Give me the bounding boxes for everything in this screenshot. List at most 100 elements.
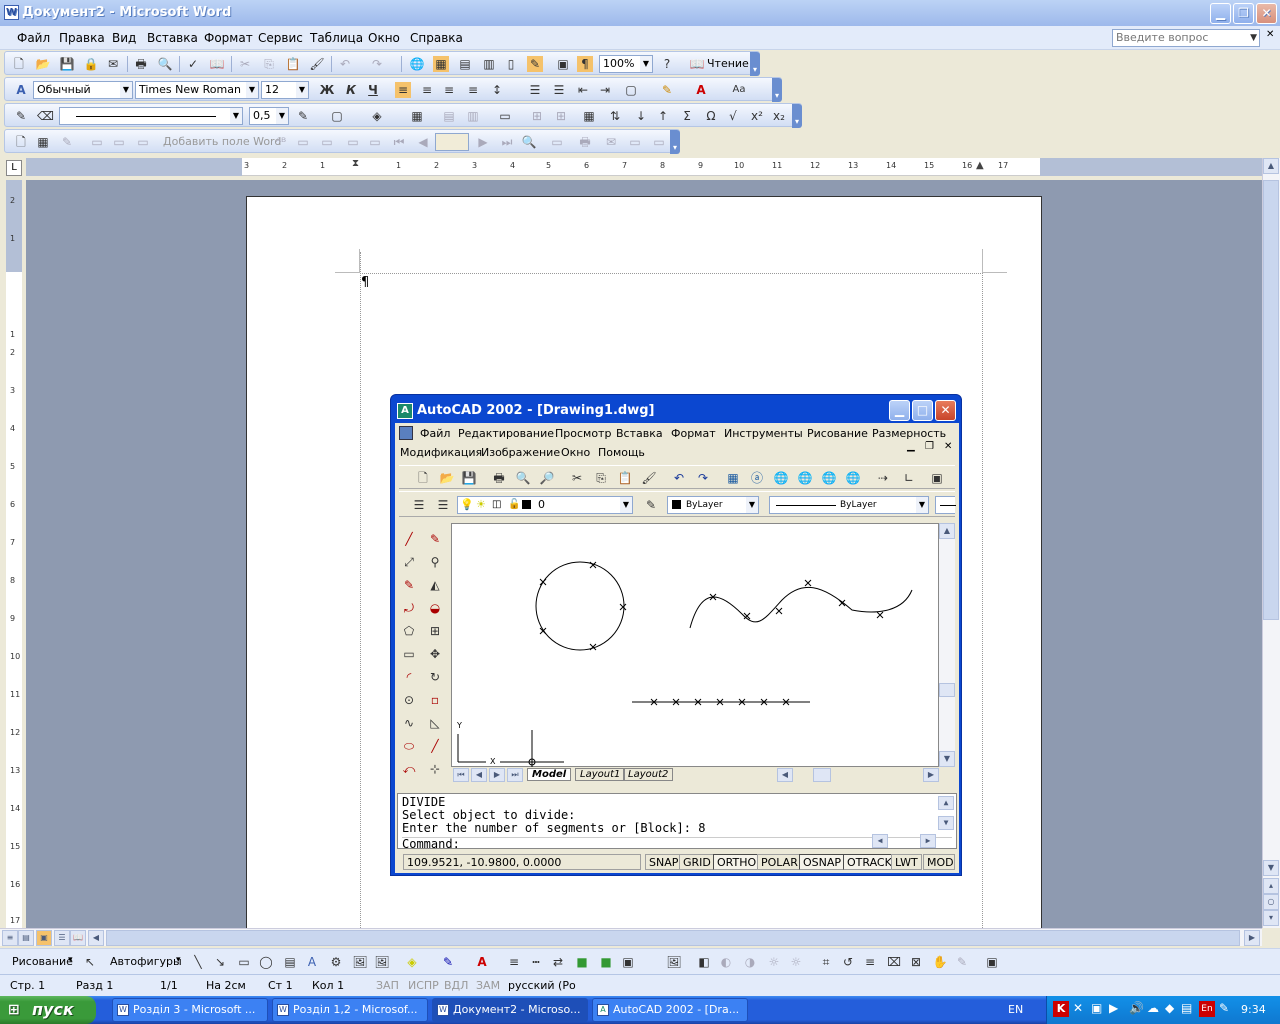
array-tool-icon[interactable]: ⊞ [427, 623, 443, 639]
help-icon[interactable]: ? [659, 56, 675, 72]
language-indicator-icon[interactable]: En [1199, 1001, 1215, 1017]
less-contrast-icon[interactable]: ☼ [766, 954, 782, 970]
doc-close-icon[interactable]: ✕ [944, 441, 952, 452]
distribute-rows-icon[interactable]: ⊞ [529, 108, 545, 124]
rotate-tool-icon[interactable]: ↻ [427, 669, 443, 685]
permission-icon[interactable]: 🔒 [83, 56, 99, 72]
email-icon[interactable]: ✉ [105, 56, 121, 72]
lwt-toggle[interactable]: LWT [891, 854, 922, 870]
autoformat-icon[interactable]: ▦ [581, 108, 597, 124]
paste-icon[interactable]: 📋 [285, 56, 301, 72]
tab-layout1[interactable]: Layout1 [575, 768, 626, 781]
task-button-document2[interactable]: W Документ2 - Microso... [432, 998, 588, 1022]
acad-web-icon[interactable]: 🌐 [797, 470, 813, 486]
device-icon[interactable]: ▤ [1181, 1001, 1192, 1015]
toolbar-options-icon[interactable]: ▾ [792, 104, 802, 128]
vertical-scrollbar[interactable]: ▲ ▼ ▴ ○ ▾ [1262, 158, 1280, 928]
select-browse-icon[interactable]: ○ [1263, 894, 1279, 910]
text-direction-icon[interactable]: ⇅ [607, 108, 623, 124]
circle-tool-icon[interactable]: ⊙ [401, 692, 417, 708]
rotate-icon[interactable]: ↺ [840, 954, 856, 970]
task-button-razdel12[interactable]: W Розділ 1,2 - Microsof... [272, 998, 428, 1022]
reading-view-icon[interactable]: 📖 [70, 930, 86, 946]
doc-minimize-icon[interactable]: ▁ [907, 441, 915, 452]
merge-cells-icon[interactable]: ▤ [441, 108, 457, 124]
match-fields-icon[interactable]: ▭ [319, 134, 335, 150]
line-spacing-icon[interactable]: ↕ [489, 82, 505, 98]
status-ext[interactable]: ВДЛ [444, 979, 468, 992]
copy-tool-icon[interactable]: ⚲ [427, 554, 443, 570]
scroll-thumb[interactable] [106, 930, 1240, 946]
scroll-up-icon[interactable]: ▲ [938, 796, 954, 810]
highlight-icon[interactable]: ✎ [659, 82, 675, 98]
acad-meet-icon[interactable]: 🌐 [821, 470, 837, 486]
chevron-down-icon[interactable]: ▼ [916, 497, 928, 513]
acad-menu-help[interactable]: Помощь [598, 446, 645, 459]
horizontal-scrollbar[interactable]: ≡ ▤ ▣ ☰ 📖 ◀ ▶ [0, 928, 1262, 946]
task-button-razdel3[interactable]: W Розділ 3 - Microsoft ... [112, 998, 268, 1022]
scroll-right-icon[interactable]: ▶ [920, 834, 936, 848]
3d-icon[interactable]: ■ [598, 954, 614, 970]
insert-table-icon[interactable]: ▦ [409, 108, 425, 124]
font-color-icon[interactable]: A [474, 954, 490, 970]
merge-email-icon[interactable]: ✉ [603, 134, 619, 150]
chevron-down-icon[interactable]: ▼ [296, 82, 308, 98]
compress-icon[interactable]: ⌧ [886, 954, 902, 970]
make-current-icon[interactable]: ✎ [643, 497, 659, 513]
equation-icon[interactable]: √ [725, 108, 741, 124]
acad-menu-insert[interactable]: Вставка [616, 427, 663, 440]
outside-border-icon[interactable]: ▢ [329, 108, 345, 124]
minimize-icon[interactable]: ▁ [889, 400, 910, 421]
merge-fields-icon[interactable]: ▭ [135, 134, 151, 150]
tab-selector[interactable]: L [6, 160, 22, 176]
print-view-icon[interactable]: ▣ [36, 930, 52, 946]
acad-menu-tools[interactable]: Инструменты [724, 427, 803, 440]
next-record-icon[interactable]: ▶ [475, 134, 491, 150]
acad-hyperlink-icon[interactable]: 🌐 [773, 470, 789, 486]
oval-icon[interactable]: ◯ [258, 954, 274, 970]
increase-indent-icon[interactable]: ⇥ [597, 82, 613, 98]
align-icon[interactable]: ▭ [497, 108, 513, 124]
scroll-left-icon[interactable]: ◀ [872, 834, 888, 848]
acad-menu-window[interactable]: Окно [561, 446, 590, 459]
insert-excel-icon[interactable]: ▥ [481, 56, 497, 72]
chevron-down-icon[interactable]: ▼ [640, 56, 652, 72]
distribute-columns-icon[interactable]: ⊞ [553, 108, 569, 124]
read-button[interactable]: Чтение [707, 57, 749, 70]
merge-fax-icon[interactable]: ▭ [627, 134, 643, 150]
picture-line-style-icon[interactable]: ≡ [862, 954, 878, 970]
command-prompt[interactable]: Command: [402, 837, 952, 851]
scroll-down-icon[interactable]: ▼ [939, 751, 955, 767]
textbox-icon[interactable]: ▤ [282, 954, 298, 970]
line-style-icon[interactable]: ≡ [506, 954, 522, 970]
menu-insert[interactable]: Вставка [147, 31, 198, 45]
save-icon[interactable]: 💾 [59, 56, 75, 72]
status-trk[interactable]: ИСПР [408, 979, 439, 992]
show-hide-icon[interactable]: ¶ [577, 56, 593, 72]
border-color-icon[interactable]: ✎ [295, 108, 311, 124]
polar-toggle[interactable]: POLAR [757, 854, 802, 870]
spelling-icon[interactable]: ✓ [185, 56, 201, 72]
cut-icon[interactable]: ✂ [237, 56, 253, 72]
autosum-icon[interactable]: Σ [679, 108, 695, 124]
redo-icon[interactable]: ↷ [369, 56, 385, 72]
decrease-indent-icon[interactable]: ⇤ [575, 82, 591, 98]
tab-layout2[interactable]: Layout2 [623, 768, 674, 781]
highlight-fields-icon[interactable]: ▭ [295, 134, 311, 150]
lineweight-select[interactable] [935, 496, 956, 514]
text-wrapping-icon[interactable]: ⊠ [908, 954, 924, 970]
acad-open-icon[interactable]: 📂 [439, 470, 455, 486]
chevron-down-icon[interactable]: ▾ [68, 955, 73, 965]
acad-undo-icon[interactable]: ↶ [671, 470, 687, 486]
drawn-circle[interactable] [535, 561, 625, 651]
acad-preview-icon[interactable]: 🔍 [515, 470, 531, 486]
reset-picture-icon[interactable]: ▣ [984, 954, 1000, 970]
last-record-icon[interactable]: ⏭ [499, 134, 515, 150]
main-document-icon[interactable]: 🗋 [13, 134, 29, 150]
merge-new-doc-icon[interactable]: ▭ [549, 134, 565, 150]
toolbar-options-icon[interactable]: ▾ [750, 52, 760, 76]
start-button[interactable]: ⊞ пуск [0, 996, 96, 1024]
address-block-icon[interactable]: ▭ [89, 134, 105, 150]
superscript-icon[interactable]: x² [749, 108, 765, 124]
rectangle-icon[interactable]: ▭ [236, 954, 252, 970]
